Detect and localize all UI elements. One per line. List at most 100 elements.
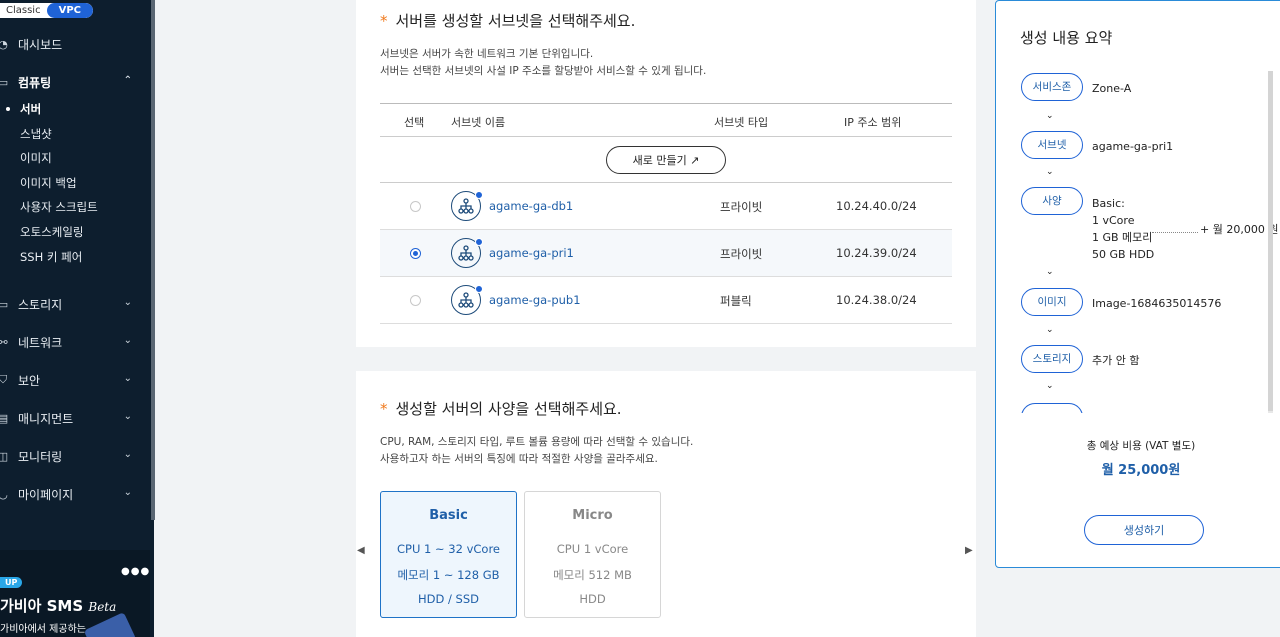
sidebar-item-monitoring[interactable]: ◫ 모니터링 ⌄ [0,444,150,468]
step-storage-pill[interactable]: 스토리지 [1021,345,1083,373]
table-row[interactable]: agame-ga-pub1 퍼블릭 10.24.38.0/24 [380,277,952,324]
create-button[interactable]: 생성하기 [1084,515,1204,545]
subnet-ip-range: 10.24.39.0/24 [836,246,917,260]
subnet-section: * 서버를 생성할 서브넷을 선택해주세요. 서브넷은 서버가 속한 네트워크 기… [356,0,976,347]
sidebar-item-compute[interactable]: ▭ 컴퓨팅 ⌃ [0,70,150,94]
carousel-prev-icon[interactable]: ◀ [357,545,365,556]
table-row[interactable]: agame-ga-pri1 프라이빗 10.24.39.0/24 [380,230,952,277]
sidebar-subitem-server[interactable]: 서버 [5,99,41,119]
chevron-down-icon: ⌄ [1046,325,1054,335]
management-icon: ▤ [0,411,9,425]
step-zone-value: Zone-A [1092,82,1132,95]
chevron-down-icon: ⌄ [1046,167,1054,177]
summary-title: 생성 내용 요약 [1020,29,1113,47]
chevron-up-icon: ⌃ [123,75,132,86]
table-row[interactable]: agame-ga-db1 프라이빗 10.24.40.0/24 [380,183,952,230]
sidebar-item-storage[interactable]: ▭ 스토리지 ⌄ [0,292,150,316]
chevron-down-icon: ⌄ [123,373,132,384]
step-spec-value: Basic: 1 vCore 1 GB 메모리 50 GB HDD [1092,197,1155,261]
vpc-option[interactable]: VPC [46,3,94,18]
price-leader-line [1152,232,1198,233]
chevron-down-icon: ⌄ [1046,381,1054,391]
sidebar-item-label: 보안 [18,373,41,388]
spec-name: Basic [429,508,468,523]
promo-title: 가비아 SMS Beta [0,597,117,615]
sidebar-item-label: 대시보드 [18,37,63,52]
step-image-value: Image-1684635014576 [1092,297,1222,310]
sidebar-item-label: 네트워크 [18,335,63,350]
spec-name: Micro [572,508,613,523]
section-description: 서브넷은 서버가 속한 네트워크 기본 단위입니다. 서버는 선택한 서브넷의 … [380,48,707,77]
column-ip: IP 주소 범위 [844,116,902,129]
sidebar-item-label: 마이페이지 [18,487,74,502]
chevron-down-icon: ⌄ [123,487,132,498]
step-subnet-pill[interactable]: 서브넷 [1021,131,1083,159]
spec-cpu: CPU 1 vCore [556,542,629,556]
sidebar-subitem-image[interactable]: 이미지 [20,148,52,168]
step-subnet-value: agame-ga-pri1 [1092,140,1174,153]
spec-disk: HDD / SSD [418,592,479,606]
section-description: CPU, RAM, 스토리지 타입, 루트 볼륨 용량에 따라 선택할 수 있습… [380,436,694,465]
sidebar-item-dashboard[interactable]: ◔ 대시보드 [0,32,150,56]
sidebar-item-label: 모니터링 [18,449,63,464]
compute-icon: ▭ [0,75,9,89]
spec-cpu: CPU 1 ~ 32 vCore [396,542,500,556]
sidebar-item-network[interactable]: ⚯ 네트워크 ⌄ [0,330,150,354]
subnet-icon [451,285,483,315]
spec-option-micro[interactable]: Micro CPU 1 vCore 메모리 512 MB HDD [524,491,661,618]
sidebar-subitem-autoscaling[interactable]: 오토스케일링 [20,222,83,242]
summary-scrollbar[interactable] [1268,71,1273,413]
table-header: 선택 서브넷 이름 서브넷 타입 IP 주소 범위 [380,103,952,137]
chevron-down-icon: ⌄ [123,297,132,308]
subnet-type: 퍼블릭 [720,294,752,308]
subnet-radio[interactable] [410,201,421,212]
sidebar-item-management[interactable]: ▤ 매니지먼트 ⌄ [0,406,150,430]
subnet-name: agame-ga-db1 [489,199,574,213]
carousel-dots-icon[interactable]: ●●● [121,566,150,577]
storage-icon: ▭ [0,297,9,311]
column-type: 서브넷 타입 [714,116,769,129]
dashboard-icon: ◔ [0,37,8,51]
sidebar-item-label: 스토리지 [18,297,63,312]
step-image-pill[interactable]: 이미지 [1021,288,1083,316]
promo-subtitle: 가비아에서 제공하는 [0,624,86,635]
step-spec-pill[interactable]: 사양 [1021,187,1083,215]
subnet-radio[interactable] [410,295,421,306]
total-cost-label: 총 예상 비용 (VAT 별도) [1086,440,1196,452]
promo-badge: UP [0,577,23,588]
subnet-ip-range: 10.24.38.0/24 [836,293,917,307]
sidebar-subitem-snapshot[interactable]: 스냅샷 [20,124,52,144]
step-next-pill[interactable] [1021,403,1083,413]
chevron-down-icon: ⌄ [1046,267,1054,277]
new-subnet-button[interactable]: 새로 만들기 ↗ [606,146,726,174]
network-icon: ⚯ [0,335,8,349]
column-select: 선택 [404,116,425,129]
chevron-down-icon: ⌄ [1046,111,1054,121]
sidebar-subitem-user-script[interactable]: 사용자 스크립트 [20,197,98,217]
summary-panel: 생성 내용 요약 서비스존 Zone-A ⌄ 서브넷 agame-ga-pri1… [995,0,1280,568]
shield-icon: ⛉ [0,373,8,386]
subnet-name: agame-ga-pub1 [489,293,581,307]
subnet-icon [451,191,483,221]
new-subnet-row: 새로 만들기 ↗ [380,137,952,183]
sidebar-item-security[interactable]: ⛉ 보안 ⌄ [0,368,150,392]
monitoring-icon: ◫ [0,449,9,463]
promo-banner[interactable]: ●●● UP 가비아 SMS Beta 가비아에서 제공하는 [0,550,150,637]
spec-memory: 메모리 512 MB [553,568,632,582]
total-cost-value: 월 25,000원 [1101,463,1181,478]
sidebar-subitem-image-backup[interactable]: 이미지 백업 [20,173,77,193]
step-zone-pill[interactable]: 서비스존 [1021,73,1083,101]
subnet-icon [451,238,483,268]
classic-option[interactable]: Classic [0,3,47,18]
section-title: * 서버를 생성할 서브넷을 선택해주세요. [380,12,636,30]
sidebar-subitem-ssh-keypair[interactable]: SSH 키 페어 [20,247,82,267]
subnet-radio[interactable] [410,248,421,259]
step-storage-value: 추가 안 함 [1092,354,1140,367]
sidebar-scrollbar[interactable] [151,0,155,520]
subnet-type: 프라이빗 [720,200,763,214]
spec-section: * 생성할 서버의 사양을 선택해주세요. CPU, RAM, 스토리지 타입, … [356,371,976,637]
sidebar-item-mypage[interactable]: ◡ 마이페이지 ⌄ [0,482,150,506]
classic-vpc-toggle[interactable]: Classic VPC [0,3,94,18]
carousel-next-icon[interactable]: ▶ [965,545,973,556]
spec-option-basic[interactable]: Basic CPU 1 ~ 32 vCore 메모리 1 ~ 128 GB HD… [380,491,517,618]
